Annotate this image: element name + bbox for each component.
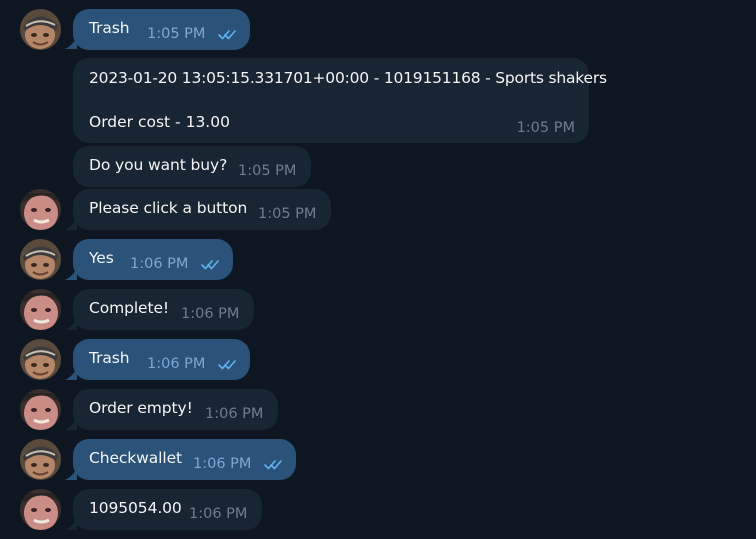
- bot-avatar[interactable]: [20, 189, 61, 230]
- user-avatar-image: [20, 339, 61, 380]
- message-time: 1:06 PM: [130, 256, 189, 272]
- bot-avatar[interactable]: [20, 389, 61, 430]
- order-cost-text: Order cost - 13.00: [89, 113, 230, 131]
- bot-avatar-image: [20, 189, 61, 230]
- message-time: 1:06 PM: [147, 356, 206, 372]
- message-text: Yes: [89, 249, 114, 267]
- message-time: 1:06 PM: [189, 506, 248, 522]
- read-double-check-icon: [264, 460, 282, 470]
- message-text: Trash: [89, 349, 130, 367]
- message-text: Checkwallet: [89, 449, 182, 467]
- bot-avatar[interactable]: [20, 489, 61, 530]
- message-time: 1:05 PM: [258, 206, 317, 222]
- message-time: 1:05 PM: [238, 163, 297, 179]
- read-double-check-icon: [201, 260, 219, 270]
- message-time: 1:06 PM: [193, 456, 252, 472]
- incoming-message-bubble[interactable]: Please click a button 1:05 PM: [73, 189, 331, 230]
- message-time: 1:06 PM: [181, 306, 240, 322]
- message-text: Order empty!: [89, 399, 193, 417]
- user-avatar[interactable]: [20, 439, 61, 480]
- message-time: 1:06 PM: [205, 406, 264, 422]
- bot-avatar-image: [20, 289, 61, 330]
- outgoing-message-bubble[interactable]: Checkwallet 1:06 PM: [73, 439, 296, 480]
- bot-avatar-image: [20, 389, 61, 430]
- user-avatar-image: [20, 439, 61, 480]
- outgoing-message-bubble[interactable]: Trash 1:06 PM: [73, 339, 250, 380]
- incoming-message-bubble[interactable]: Complete! 1:06 PM: [73, 289, 254, 330]
- incoming-message-bubble[interactable]: Do you want buy? 1:05 PM: [73, 146, 311, 187]
- message-text: Please click a button: [89, 199, 248, 217]
- outgoing-message-bubble[interactable]: Yes 1:06 PM: [73, 239, 233, 280]
- user-avatar[interactable]: [20, 9, 61, 50]
- message-text: Complete!: [89, 299, 170, 317]
- incoming-message-bubble[interactable]: 2023-01-20 13:05:15.331701+00:00 - 10191…: [73, 58, 607, 143]
- message-text: Do you want buy?: [89, 156, 228, 174]
- incoming-message-bubble[interactable]: 1095054.00 1:06 PM: [73, 489, 262, 530]
- bot-avatar[interactable]: [20, 289, 61, 330]
- message-time: 1:05 PM: [516, 120, 575, 136]
- read-double-check-icon: [218, 30, 236, 40]
- incoming-message-bubble[interactable]: Order empty! 1:06 PM: [73, 389, 278, 430]
- message-text: Trash: [89, 19, 130, 37]
- user-avatar[interactable]: [20, 239, 61, 280]
- read-double-check-icon: [218, 360, 236, 370]
- bot-avatar-image: [20, 489, 61, 530]
- user-avatar[interactable]: [20, 339, 61, 380]
- outgoing-message-bubble[interactable]: Trash 1:05 PM: [73, 9, 250, 50]
- user-avatar-image: [20, 9, 61, 50]
- order-details-text: 2023-01-20 13:05:15.331701+00:00 - 10191…: [89, 69, 607, 87]
- message-time: 1:05 PM: [147, 26, 206, 42]
- message-text: 1095054.00: [89, 499, 182, 517]
- user-avatar-image: [20, 239, 61, 280]
